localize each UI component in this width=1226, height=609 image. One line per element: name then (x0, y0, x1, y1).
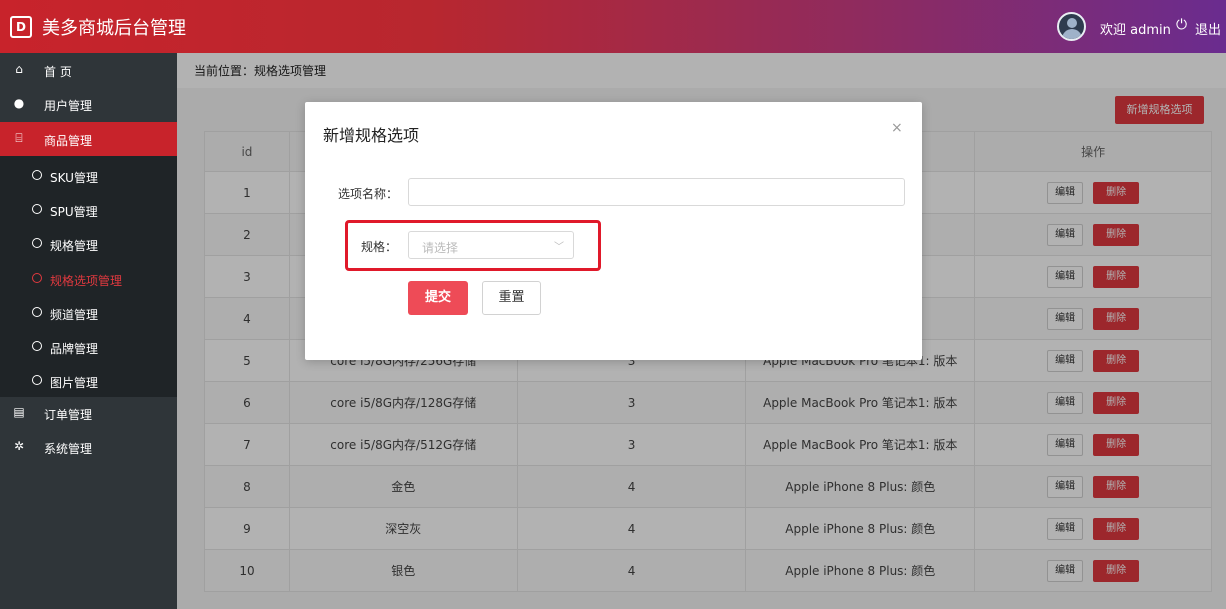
sidebar-item-label: SKU管理 (50, 171, 98, 185)
option-name-input[interactable] (408, 178, 905, 206)
close-icon[interactable]: × (891, 120, 903, 136)
sidebar-item-label: 订单管理 (44, 408, 93, 422)
sidebar-item-brands[interactable]: 品牌管理 (0, 330, 177, 364)
circle-icon (32, 307, 42, 317)
power-icon[interactable]: ⏻ (1176, 17, 1187, 33)
circle-icon (32, 341, 42, 351)
sidebar-item-specs[interactable]: 规格管理 (0, 227, 177, 261)
goods-submenu: SKU管理 SPU管理 规格管理 规格选项管理 频道管理 品牌管理 图片管理 (0, 156, 177, 397)
list-icon: ▤ (13, 405, 25, 419)
sidebar-item-sku[interactable]: SKU管理 (0, 159, 177, 193)
sidebar-item-label: SPU管理 (50, 205, 98, 219)
sidebar-item-label: 规格选项管理 (50, 274, 123, 288)
spec-select-placeholder: 请选择 (422, 241, 459, 255)
chevron-down-icon: ﹀ (554, 242, 564, 253)
circle-icon (32, 375, 42, 385)
circle-icon (32, 238, 42, 248)
sidebar-item-label: 系统管理 (44, 442, 93, 456)
spec-label: 规格： (361, 240, 398, 254)
sidebar-item-images[interactable]: 图片管理 (0, 364, 177, 398)
sidebar-item-label: 规格管理 (50, 239, 99, 253)
dialog-title: 新增规格选项 (323, 126, 420, 145)
sidebar-item-spec-options[interactable]: 规格选项管理 (0, 262, 177, 296)
sidebar-item-label: 频道管理 (50, 308, 99, 322)
sidebar-item-home[interactable]: ⌂ 首 页 (0, 53, 177, 87)
user-icon: ● (13, 96, 25, 110)
gear-icon: ✲ (13, 439, 25, 453)
sidebar: ⌂ 首 页 ● 用户管理 ⌸ 商品管理 SKU管理 SPU管理 规格管理 规格选… (0, 53, 177, 609)
sidebar-item-label: 商品管理 (44, 134, 93, 148)
welcome-text: 欢迎 admin (1100, 23, 1171, 38)
spec-select[interactable]: 请选择 ﹀ (408, 231, 574, 259)
home-icon: ⌂ (15, 62, 23, 76)
sidebar-item-label: 用户管理 (44, 99, 93, 113)
sidebar-item-channels[interactable]: 频道管理 (0, 296, 177, 330)
sidebar-item-label: 首 页 (44, 65, 72, 79)
submit-button[interactable]: 提交 (408, 281, 468, 315)
sidebar-item-goods[interactable]: ⌸ 商品管理 (0, 122, 177, 156)
option-name-label: 选项名称： (338, 187, 399, 201)
sidebar-item-system[interactable]: ✲ 系统管理 (0, 430, 177, 464)
avatar[interactable] (1057, 12, 1086, 41)
sidebar-item-spu[interactable]: SPU管理 (0, 193, 177, 227)
logo-icon: D (10, 16, 32, 38)
shop-icon: ⌸ (15, 131, 23, 145)
circle-icon (32, 170, 42, 180)
app-title: 美多商城后台管理 (42, 18, 186, 39)
circle-icon (32, 204, 42, 214)
sidebar-item-orders[interactable]: ▤ 订单管理 (0, 396, 177, 430)
sidebar-item-users[interactable]: ● 用户管理 (0, 87, 177, 121)
sidebar-item-label: 品牌管理 (50, 342, 99, 356)
top-header: D 美多商城后台管理 欢迎 admin ⏻ 退出 (0, 0, 1226, 53)
reset-button[interactable]: 重置 (482, 281, 541, 315)
add-spec-option-dialog: 新增规格选项 × 选项名称： 规格： 请选择 ﹀ 提交 重置 (305, 102, 922, 360)
logout-link[interactable]: 退出 (1195, 19, 1221, 38)
sidebar-item-label: 图片管理 (50, 376, 99, 390)
circle-icon (32, 273, 42, 283)
